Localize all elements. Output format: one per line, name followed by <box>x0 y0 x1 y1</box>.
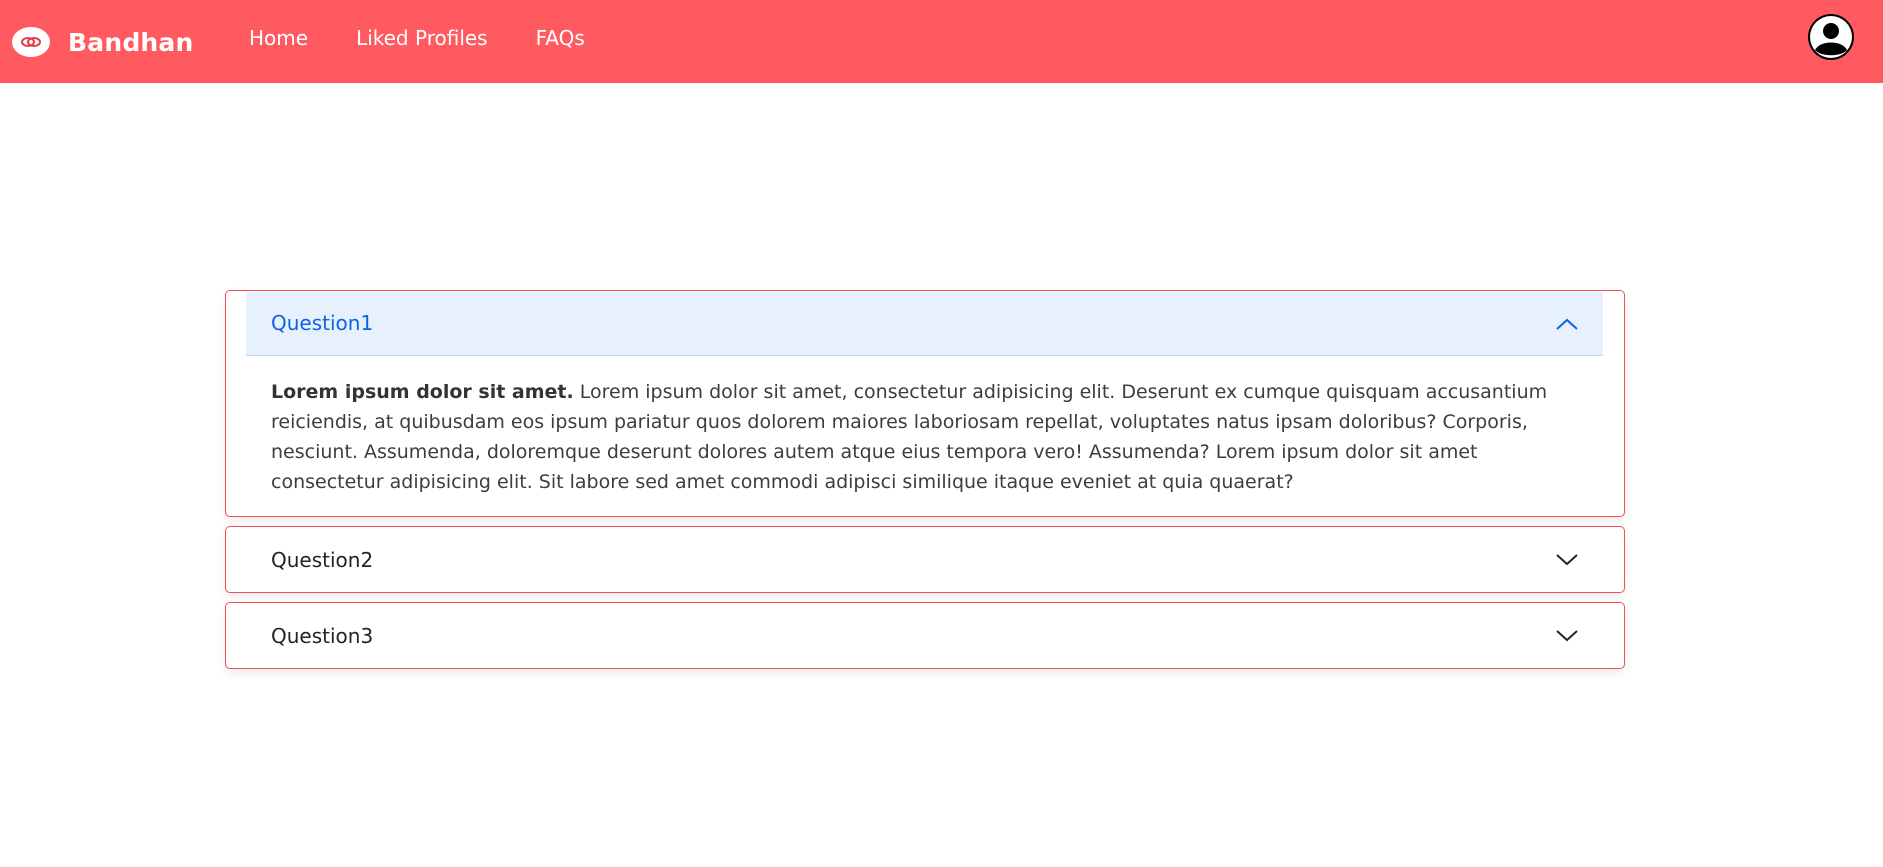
faq-question-3-label: Question3 <box>271 624 374 648</box>
faq-question-3-header[interactable]: Question3 <box>226 603 1624 668</box>
faq-accordion: Question1 Lorem ipsum dolor sit amet. Lo… <box>225 290 1625 669</box>
brand-name: Bandhan <box>68 27 194 57</box>
user-avatar-icon[interactable] <box>1808 14 1854 60</box>
faq-question-2-header[interactable]: Question2 <box>226 527 1624 592</box>
chevron-down-icon <box>1554 552 1580 568</box>
chevron-up-icon <box>1554 316 1580 332</box>
faq-item-3: Question3 <box>225 602 1625 669</box>
faq-question-1-label: Question1 <box>271 311 374 335</box>
faq-item-1: Question1 Lorem ipsum dolor sit amet. Lo… <box>225 290 1625 517</box>
nav-links: Home Liked Profiles FAQs <box>249 0 633 76</box>
brand-link[interactable]: Bandhan <box>12 22 194 62</box>
faq-item-2: Question2 <box>225 526 1625 593</box>
nav-link-faqs[interactable]: FAQs <box>536 26 585 50</box>
faq-answer-1-lead: Lorem ipsum dolor sit amet. <box>271 381 574 403</box>
nav-link-liked-profiles[interactable]: Liked Profiles <box>356 26 488 50</box>
rings-icon <box>12 27 50 57</box>
faq-question-1-header[interactable]: Question1 <box>246 292 1603 356</box>
chevron-down-icon <box>1554 628 1580 644</box>
faq-answer-1: Lorem ipsum dolor sit amet. Lorem ipsum … <box>271 377 1586 497</box>
faq-question-2-label: Question2 <box>271 548 374 572</box>
nav-link-home[interactable]: Home <box>249 26 308 50</box>
navbar: Bandhan Home Liked Profiles FAQs <box>0 0 1883 83</box>
